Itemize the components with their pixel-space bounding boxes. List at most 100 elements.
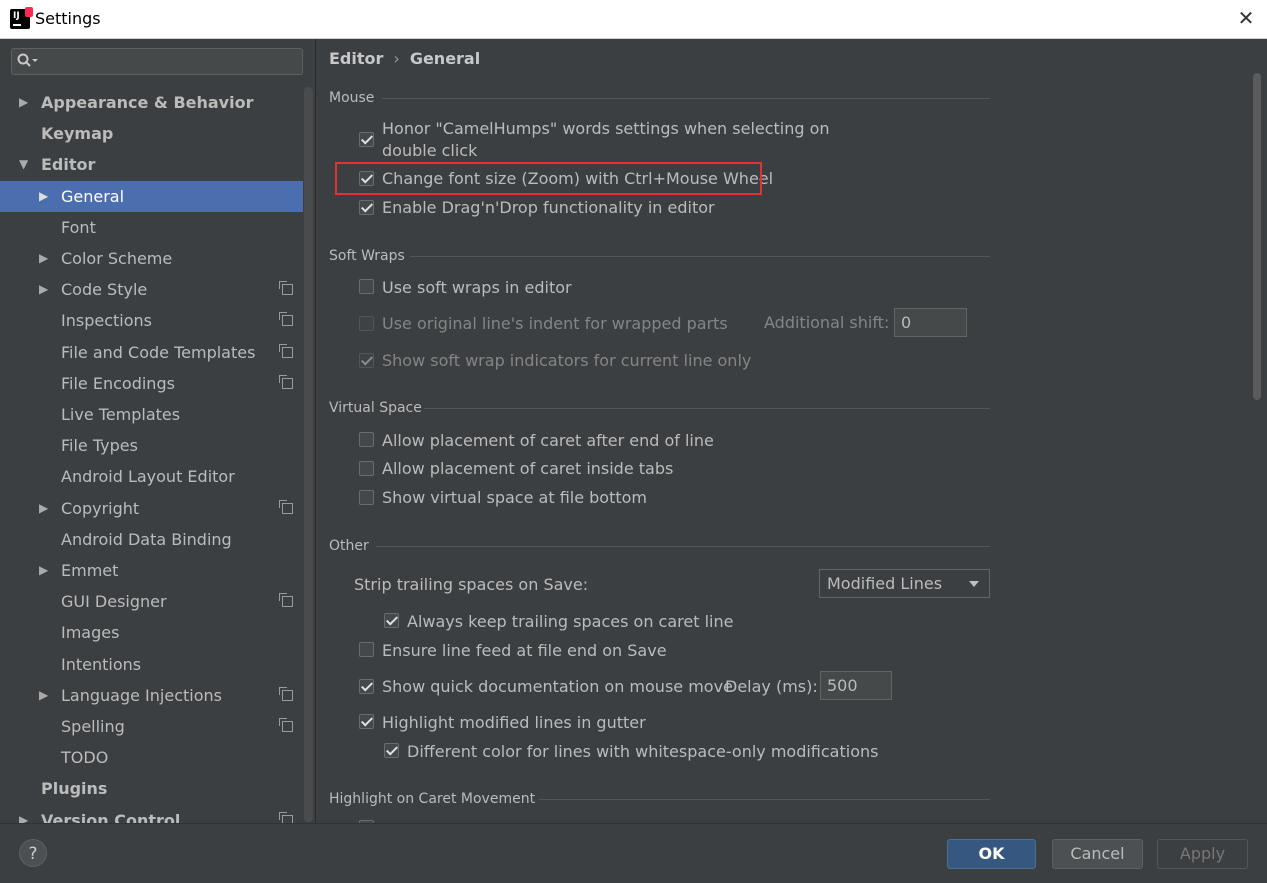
- caret-after-end-label: Allow placement of caret after end of li…: [382, 431, 714, 450]
- project-scope-icon: [279, 593, 293, 607]
- highlight-modified-label: Highlight modified lines in gutter: [382, 713, 646, 732]
- divider: [539, 799, 990, 800]
- sidebar-item-label: File Types: [61, 436, 138, 455]
- collapsed-arrow-icon[interactable]: ▶: [39, 181, 51, 212]
- keep-trailing-checkbox[interactable]: [384, 613, 399, 628]
- zoom-checkbox[interactable]: [359, 171, 374, 186]
- sidebar-item-appearance-behavior[interactable]: ▶ Appearance & Behavior: [0, 87, 303, 118]
- collapsed-arrow-icon[interactable]: ▶: [39, 680, 51, 711]
- sidebar-item-color-scheme[interactable]: ▶ Color Scheme: [0, 243, 303, 274]
- strip-trailing-dropdown[interactable]: Modified Lines: [819, 569, 990, 598]
- sidebar-item-label: Color Scheme: [61, 249, 173, 268]
- sidebar-item-version-control[interactable]: ▶ Version Control: [0, 805, 303, 823]
- apply-button[interactable]: Apply: [1157, 839, 1248, 869]
- sidebar-item-gui-designer[interactable]: GUI Designer: [0, 586, 303, 617]
- whitespace-color-label: Different color for lines with whitespac…: [407, 742, 879, 761]
- camelhumps-label-cont: double click: [382, 141, 478, 160]
- soft-wraps-checkbox[interactable]: [359, 279, 374, 294]
- sidebar-item-label: Intentions: [61, 655, 142, 674]
- project-scope-icon: [279, 687, 293, 701]
- delay-input[interactable]: 500: [820, 671, 892, 700]
- original-indent-checkbox[interactable]: [359, 316, 374, 331]
- sidebar-item-label: Language Injections: [61, 686, 222, 705]
- sidebar-item-android-data-binding[interactable]: Android Data Binding: [0, 524, 303, 555]
- sidebar-item-label: File Encodings: [61, 374, 175, 393]
- sidebar-item-editor[interactable]: ▼ Editor: [0, 149, 303, 180]
- wrap-indicators-checkbox[interactable]: [359, 353, 374, 368]
- sidebar-item-language-injections[interactable]: ▶ Language Injections: [0, 680, 303, 711]
- collapsed-arrow-icon[interactable]: ▶: [39, 274, 51, 305]
- close-icon[interactable]: ✕: [1236, 6, 1256, 30]
- collapsed-arrow-icon[interactable]: ▶: [39, 555, 51, 586]
- sidebar-item-general[interactable]: ▶ General: [0, 181, 303, 212]
- sidebar-item-spelling[interactable]: Spelling: [0, 711, 303, 742]
- sidebar-item-copyright[interactable]: ▶ Copyright: [0, 493, 303, 524]
- breadcrumb-parent: Editor: [329, 49, 384, 68]
- sidebar-item-todo[interactable]: TODO: [0, 742, 303, 773]
- sidebar-item-emmet[interactable]: ▶ Emmet: [0, 555, 303, 586]
- sidebar-scrollbar[interactable]: [304, 87, 313, 822]
- line-feed-checkbox[interactable]: [359, 642, 374, 657]
- dragdrop-checkbox[interactable]: [359, 200, 374, 215]
- sidebar-item-file-types[interactable]: File Types: [0, 430, 303, 461]
- collapsed-arrow-icon[interactable]: ▶: [39, 493, 51, 524]
- caret-inside-tabs-checkbox[interactable]: [359, 461, 374, 476]
- sidebar-item-code-style[interactable]: ▶ Code Style: [0, 274, 303, 305]
- dialog-button-bar: ? OK Cancel Apply: [0, 823, 1267, 883]
- camelhumps-checkbox[interactable]: [359, 132, 374, 147]
- search-input[interactable]: [11, 48, 303, 75]
- sidebar-item-intentions[interactable]: Intentions: [0, 649, 303, 680]
- line-feed-label: Ensure line feed at file end on Save: [382, 641, 667, 660]
- caret-after-end-checkbox[interactable]: [359, 432, 374, 447]
- sidebar-item-file-and-code-templates[interactable]: File and Code Templates: [0, 337, 303, 368]
- virtual-space-bottom-checkbox[interactable]: [359, 490, 374, 505]
- sidebar-item-label: General: [61, 187, 125, 206]
- caret-inside-tabs-label: Allow placement of caret inside tabs: [382, 459, 674, 478]
- collapsed-arrow-icon[interactable]: ▶: [19, 805, 31, 823]
- section-other: Other: [329, 538, 369, 554]
- highlight-modified-checkbox[interactable]: [359, 714, 374, 729]
- quick-doc-checkbox[interactable]: [359, 679, 374, 694]
- content-scrollbar[interactable]: [1253, 73, 1261, 400]
- window-title: Settings: [35, 9, 101, 28]
- sidebar-item-label: Images: [61, 623, 120, 642]
- settings-content: Editor › General Mouse Honor "CamelHumps" …: [316, 39, 1267, 823]
- chevron-right-icon: ›: [393, 49, 400, 68]
- sidebar-item-file-encodings[interactable]: File Encodings: [0, 368, 303, 399]
- sidebar-item-label: TODO: [61, 748, 109, 767]
- keep-trailing-label: Always keep trailing spaces on caret lin…: [407, 612, 734, 631]
- sidebar-item-inspections[interactable]: Inspections: [0, 305, 303, 336]
- collapsed-arrow-icon[interactable]: ▶: [39, 243, 51, 274]
- settings-sidebar: ▶ Appearance & Behavior Keymap ▼ Editor ▶ Gene…: [0, 39, 315, 823]
- breadcrumb: Editor › General: [329, 49, 480, 68]
- sidebar-item-font[interactable]: Font: [0, 212, 303, 243]
- sidebar-item-images[interactable]: Images: [0, 617, 303, 648]
- project-scope-icon: [279, 500, 293, 514]
- sidebar-item-keymap[interactable]: Keymap: [0, 118, 303, 149]
- project-scope-icon: [279, 718, 293, 732]
- whitespace-color-checkbox[interactable]: [384, 743, 399, 758]
- dropdown-arrow-icon: [969, 581, 979, 587]
- wrap-indicators-label: Show soft wrap indicators for current li…: [382, 351, 752, 370]
- project-scope-icon: [279, 281, 293, 295]
- sidebar-item-android-layout-editor[interactable]: Android Layout Editor: [0, 461, 303, 492]
- zoom-label: Change font size (Zoom) with Ctrl+Mouse …: [382, 169, 774, 188]
- sidebar-item-label: Emmet: [61, 561, 119, 580]
- sidebar-item-label: Copyright: [61, 499, 140, 518]
- sidebar-item-label: Keymap: [41, 124, 114, 143]
- section-highlight-caret: Highlight on Caret Movement: [329, 791, 536, 807]
- ok-button[interactable]: OK: [947, 839, 1036, 869]
- cancel-button[interactable]: Cancel: [1052, 839, 1143, 869]
- intellij-app-icon: IJ: [10, 7, 33, 29]
- help-button[interactable]: ?: [19, 839, 47, 867]
- virtual-space-bottom-label: Show virtual space at file bottom: [382, 488, 648, 507]
- sidebar-item-plugins[interactable]: Plugins: [0, 773, 303, 804]
- collapsed-arrow-icon[interactable]: ▶: [19, 87, 31, 118]
- sidebar-item-label: Plugins: [41, 779, 108, 798]
- sidebar-item-label: Editor: [41, 155, 96, 174]
- additional-shift-input[interactable]: 0: [894, 308, 967, 337]
- additional-shift-label: Additional shift:: [764, 313, 890, 332]
- expanded-arrow-icon[interactable]: ▼: [19, 149, 31, 180]
- project-scope-icon: [279, 312, 293, 326]
- sidebar-item-live-templates[interactable]: Live Templates: [0, 399, 303, 430]
